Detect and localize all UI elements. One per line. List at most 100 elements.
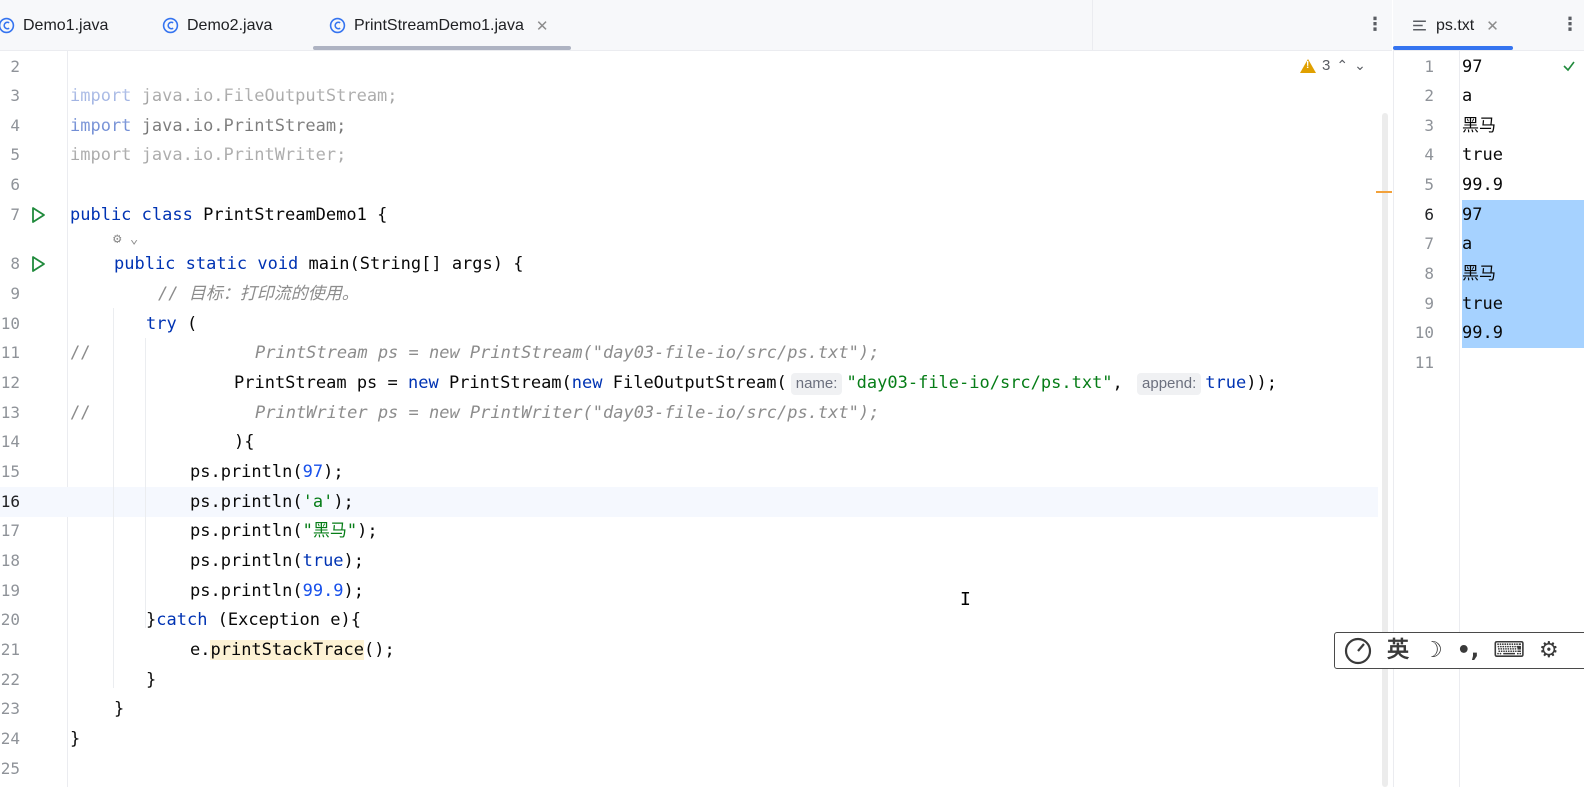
line-number: 10 — [1414, 323, 1434, 342]
line-number: 25 — [0, 759, 20, 778]
method-highlight: printStackTrace — [210, 640, 365, 660]
tab-divider — [1092, 0, 1093, 51]
text-line: true — [1462, 294, 1503, 314]
line-number: 2 — [10, 57, 20, 76]
text-line: 99.9 — [1462, 323, 1503, 343]
line-number: 16 — [0, 492, 20, 511]
code-line: } — [70, 729, 81, 749]
java-class-icon — [0, 17, 15, 34]
moon-icon[interactable]: ☽ — [1423, 636, 1443, 666]
line-number: 12 — [0, 373, 20, 392]
code-line: try ( — [146, 314, 198, 334]
line-number: 3 — [10, 86, 20, 105]
line-number: 17 — [0, 521, 20, 540]
code-comment: PrintWriter ps = new PrintWriter("day03-… — [255, 403, 880, 423]
tab-ps-txt[interactable]: ps.txt ✕ — [1411, 0, 1499, 51]
close-tab-icon[interactable]: ✕ — [536, 17, 549, 35]
ime-logo-icon[interactable] — [1343, 636, 1373, 666]
parameter-hint: name: — [790, 373, 843, 395]
ime-toolbar: 英 ☽ •, ⌨ ⚙ — [1334, 632, 1584, 669]
check-icon — [1563, 61, 1575, 72]
code-line: ){ — [234, 432, 255, 452]
line-number: 19 — [0, 581, 20, 600]
warning-icon — [1300, 58, 1316, 73]
text-file-editor[interactable]: 1 2 3 4 5 6 7 8 9 10 11 97 a 黑马 true 99.… — [1393, 51, 1584, 787]
line-number: 22 — [0, 670, 20, 689]
active-tab-indicator — [1393, 46, 1513, 50]
right-editor-tab-bar: ps.txt ✕ ⋮ — [1393, 0, 1584, 51]
line-number: 4 — [1424, 145, 1434, 164]
line-number: 7 — [10, 205, 20, 224]
tab-printstreamdemo1[interactable]: PrintStreamDemo1.java ✕ — [329, 0, 548, 51]
code-comment-marker: // — [70, 403, 91, 423]
code-line: ps.println(99.9); — [190, 581, 365, 601]
text-line: a — [1462, 86, 1473, 106]
line-number: 13 — [0, 403, 20, 422]
line-number: 23 — [0, 699, 20, 718]
text-file-icon — [1413, 20, 1426, 31]
tab-label: PrintStreamDemo1.java — [354, 16, 524, 34]
line-number: 5 — [1424, 175, 1434, 194]
line-number: 6 — [10, 175, 20, 194]
line-number: 9 — [10, 284, 20, 303]
indent-guide — [145, 338, 146, 628]
code-line: } — [146, 670, 157, 690]
line-number: 15 — [0, 462, 20, 481]
line-number: 4 — [10, 116, 20, 135]
next-highlight-icon[interactable]: ⌄ — [1354, 57, 1366, 74]
code-editor[interactable]: 2 3 4 5 6 7 8 9 10 11 12 13 14 15 16 17 … — [0, 51, 1392, 787]
code-line: }catch (Exception e){ — [146, 610, 361, 630]
text-line: 黑马 — [1462, 116, 1496, 136]
line-number: 20 — [0, 610, 20, 629]
more-tabs-icon[interactable]: ⋮ — [1561, 13, 1579, 35]
code-line: import java.io.FileOutputStream; — [70, 86, 398, 106]
line-number: 14 — [0, 432, 20, 451]
code-line-unused-import: import java.io.PrintWriter; — [70, 145, 347, 165]
line-number: 24 — [0, 729, 20, 748]
warning-stripe-marker[interactable] — [1376, 191, 1392, 193]
code-line: import java.io.PrintStream; — [70, 116, 347, 136]
code-comment: // 目标：打印流的使用。 — [158, 284, 359, 304]
java-class-icon — [329, 17, 346, 34]
parameter-hint: append: — [1137, 373, 1202, 395]
tab-label: Demo2.java — [187, 16, 273, 34]
inspection-widget[interactable]: 3 ⌃ ⌄ — [1300, 57, 1366, 74]
previous-highlight-icon[interactable]: ⌃ — [1336, 57, 1348, 74]
java-class-icon — [162, 17, 179, 34]
line-number: 7 — [1424, 234, 1434, 253]
line-number: 1 — [1424, 57, 1434, 76]
code-line: ps.println("黑马"); — [190, 521, 378, 541]
line-number: 21 — [0, 640, 20, 659]
tab-demo1[interactable]: Demo1.java — [0, 0, 108, 51]
code-line: PrintStream ps = new PrintStream(new Fil… — [234, 373, 1277, 395]
ai-code-vision-icon[interactable]: ⚙ ⌄ — [113, 229, 138, 249]
text-line: 97 — [1462, 205, 1483, 225]
text-line: 黑马 — [1462, 264, 1496, 284]
gear-icon[interactable]: ⚙ — [1539, 636, 1559, 666]
run-icon[interactable] — [28, 205, 48, 225]
close-tab-icon[interactable]: ✕ — [1486, 17, 1499, 35]
line-number: 8 — [1424, 264, 1434, 283]
text-cursor-icon: I — [960, 589, 971, 610]
line-number: 8 — [10, 254, 20, 273]
punctuation-icon[interactable]: •, — [1457, 636, 1479, 666]
code-comment: PrintStream ps = new PrintStream("day03-… — [255, 343, 880, 363]
line-number: 9 — [1424, 294, 1434, 313]
line-number: 18 — [0, 551, 20, 570]
text-line: true — [1462, 145, 1503, 165]
tab-demo2[interactable]: Demo2.java — [162, 0, 272, 51]
more-tabs-icon[interactable]: ⋮ — [1366, 13, 1384, 35]
keyboard-icon[interactable]: ⌨ — [1493, 636, 1525, 666]
code-line: } — [114, 699, 125, 719]
tab-label: Demo1.java — [23, 16, 109, 34]
run-icon[interactable] — [28, 254, 48, 274]
editor-tab-bar: Demo1.java Demo2.java PrintStreamDemo1.j… — [0, 0, 1392, 51]
ime-language-toggle[interactable]: 英 — [1387, 636, 1409, 666]
warning-count: 3 — [1322, 57, 1331, 74]
vertical-scrollbar[interactable] — [1382, 113, 1388, 787]
text-line: a — [1462, 234, 1473, 254]
tab-label: ps.txt — [1436, 16, 1475, 34]
code-line: ps.println(true); — [190, 551, 365, 571]
line-number: 6 — [1424, 205, 1434, 224]
indent-guide — [113, 308, 114, 688]
